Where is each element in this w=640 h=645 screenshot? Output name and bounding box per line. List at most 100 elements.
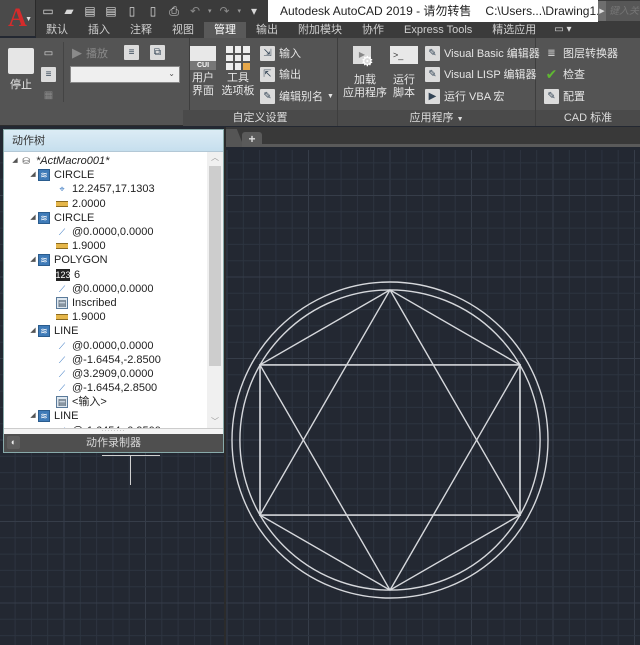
search-box[interactable]: ▶ xyxy=(598,1,640,21)
save-icon[interactable]: ▤ xyxy=(82,3,98,19)
search-expand-icon[interactable]: ▶ xyxy=(598,1,606,21)
expand-triangle-icon[interactable]: ◢ xyxy=(28,324,38,338)
ribbon-tab[interactable]: 默认 xyxy=(36,22,78,38)
save-as-icon[interactable]: ▤ xyxy=(103,3,119,19)
tree-node-label: @-1.6454,-2.8500 xyxy=(72,353,161,366)
chevron-down-icon[interactable]: ▾ xyxy=(208,7,212,15)
ribbon-tab[interactable]: 协作 xyxy=(352,22,394,38)
tree-node[interactable]: ⟋ @-1.6454,2.8500 xyxy=(4,381,209,395)
separator xyxy=(63,42,64,102)
tree-node[interactable]: ⌖ 12.2457,17.1303 xyxy=(4,182,209,196)
manage-macros-icon[interactable]: ⧉ xyxy=(150,45,165,60)
customize-toolbar-icon[interactable]: ▾ xyxy=(246,3,262,19)
insert-base-point-icon[interactable]: ▦ xyxy=(41,88,56,103)
lisp-editor-label: Visual LISP 编辑器 xyxy=(444,69,537,81)
expand-triangle-icon[interactable]: ◢ xyxy=(28,211,38,225)
preferences-icon[interactable]: ≡ xyxy=(124,45,139,60)
panel-divider xyxy=(224,127,226,645)
pin-icon[interactable]: ◐ xyxy=(7,436,20,449)
new-file-icon[interactable]: ▭ xyxy=(40,3,56,19)
check-standards-button[interactable]: ✔ 检查 xyxy=(544,65,585,83)
tree-node-label: 2.0000 xyxy=(72,197,106,210)
request-input-icon[interactable]: ≡ xyxy=(41,67,56,82)
import-icon: ⇲ xyxy=(260,45,275,61)
tree-node[interactable]: 123 6 xyxy=(4,268,209,282)
tree-node[interactable]: ◢ ≋ CIRCLE xyxy=(4,211,209,225)
tree-node[interactable]: ▤ <输入> xyxy=(4,395,209,409)
configure-standards-button[interactable]: ✎ 配置 xyxy=(544,87,585,105)
tree-node[interactable]: ⟋ @0.0000,0.0000 xyxy=(4,225,209,239)
panel-title-cad-standards[interactable]: CAD 标准 xyxy=(536,110,640,126)
macro-dropdown[interactable]: ⌄ xyxy=(70,66,180,83)
open-folder-icon[interactable]: ▰ xyxy=(61,3,77,19)
panel-title-customization[interactable]: 自定义设置 xyxy=(183,110,337,126)
check-label: 检查 xyxy=(563,69,585,81)
tree-node[interactable]: 1.9000 xyxy=(4,310,209,324)
redo-icon[interactable]: ↷ xyxy=(217,3,233,19)
expand-triangle-icon[interactable]: ◢ xyxy=(28,409,38,423)
tree-node[interactable]: ◢ ≋ LINE xyxy=(4,324,209,338)
export-customizations-button[interactable]: ⇱ 输出 xyxy=(260,65,301,83)
play-icon: ▶ xyxy=(72,45,82,60)
tree-node[interactable]: ⟋ @0.0000,0.0000 xyxy=(4,338,209,352)
expand-triangle-icon[interactable]: ◢ xyxy=(28,253,38,267)
ribbon-tab[interactable]: 精选应用 xyxy=(482,22,546,38)
load-application-label-2: 应用程序 xyxy=(343,87,387,99)
tree-node[interactable]: ⟋ @-1.6454,-2.8500 xyxy=(4,353,209,367)
tree-node[interactable]: ⟋ @3.2909,0.0000 xyxy=(4,367,209,381)
import-customizations-button[interactable]: ⇲ 输入 xyxy=(260,44,301,62)
undo-icon[interactable]: ↶ xyxy=(187,3,203,19)
cloud-save-icon[interactable]: ▯ xyxy=(145,3,161,19)
insert-message-icon[interactable]: ▭ xyxy=(41,46,56,61)
layer-translator-button[interactable]: ≣ 图层转换器 xyxy=(544,44,618,62)
ribbon-tab[interactable]: Express Tools xyxy=(394,22,482,38)
tree-node-label: @3.2909,0.0000 xyxy=(72,367,154,380)
tree-node[interactable]: ◢ ⛁ *ActMacro001* xyxy=(4,154,209,168)
tree-node[interactable]: ◢ ≋ CIRCLE xyxy=(4,168,209,182)
tree-node[interactable]: 1.9000 xyxy=(4,239,209,253)
lisp-editor-button[interactable]: ✎ Visual LISP 编辑器 xyxy=(425,65,537,83)
panel-title-applications[interactable]: 应用程序 ▼ xyxy=(338,110,535,126)
run-script-button[interactable]: >_ 运行 脚本 xyxy=(388,46,420,100)
print-icon[interactable]: ⎙ xyxy=(166,3,182,19)
edit-aliases-button[interactable]: ✎ 编辑别名 ▼ xyxy=(260,87,334,105)
expand-triangle-icon[interactable]: ◢ xyxy=(28,168,38,182)
user-interface-button[interactable]: CUI 用户 界面 xyxy=(186,46,220,98)
load-application-button[interactable]: ▶ ⚙ 加载 应用程序 xyxy=(340,46,390,100)
tree-node[interactable]: ▤ Inscribed xyxy=(4,296,209,310)
tree-node[interactable]: 2.0000 xyxy=(4,197,209,211)
ribbon-tab[interactable]: 输出 xyxy=(246,22,288,38)
expand-triangle-icon[interactable]: ◢ xyxy=(10,154,20,168)
autocad-logo-icon: A xyxy=(8,3,27,32)
ribbon-display-toggle-icon[interactable]: ▭ ▾ xyxy=(546,22,579,38)
tree-node-label: LINE xyxy=(54,410,79,423)
application-menu-button[interactable]: A ▼ xyxy=(0,0,36,36)
tree-node[interactable]: ◢ ≋ LINE xyxy=(4,409,209,423)
tree-node[interactable]: ⟋ @0.0000,0.0000 xyxy=(4,282,209,296)
tree-node[interactable]: ◢ ≋ POLYGON xyxy=(4,253,209,267)
tool-palettes-button[interactable]: 工具 选项板 xyxy=(219,46,257,98)
run-vba-macro-button[interactable]: ▶ 运行 VBA 宏 xyxy=(425,87,505,105)
cui-icon: CUI xyxy=(190,46,216,70)
command-icon: ≋ xyxy=(38,410,50,423)
ribbon-tab[interactable]: 注释 xyxy=(120,22,162,38)
scrollbar-thumb[interactable] xyxy=(209,166,221,366)
chevron-down-icon[interactable]: ▾ xyxy=(238,7,242,15)
vba-editor-button[interactable]: ✎ Visual Basic 编辑器 xyxy=(425,44,540,62)
ribbon-tab[interactable]: 插入 xyxy=(78,22,120,38)
tree-scrollbar[interactable]: ︿ ﹀ xyxy=(207,152,223,428)
search-input[interactable] xyxy=(606,5,640,17)
scroll-down-icon[interactable]: ﹀ xyxy=(207,416,223,428)
ribbon-tab[interactable]: 附加模块 xyxy=(288,22,352,38)
cloud-open-icon[interactable]: ▯ xyxy=(124,3,140,19)
new-tab-button[interactable]: + xyxy=(242,132,262,147)
run-script-label: 运行 xyxy=(393,74,415,86)
panel-applications: ▶ ⚙ 加载 应用程序 >_ 运行 脚本 ✎ Visual Basic 编辑器 … xyxy=(338,38,540,126)
scroll-up-icon[interactable]: ︿ xyxy=(207,152,223,164)
ribbon-tab[interactable]: 视图 xyxy=(162,22,204,38)
action-recorder-bar[interactable]: ◐ 动作录制器 xyxy=(4,434,223,452)
ribbon-tab[interactable]: 管理 xyxy=(204,22,246,38)
quick-access-toolbar: ▭ ▰ ▤ ▤ ▯ ▯ ⎙ ↶ ▾ ↷ ▾ ▾ xyxy=(40,2,262,20)
play-button[interactable]: ▶ 播放 xyxy=(72,44,108,62)
stop-button[interactable]: 停止 xyxy=(6,48,36,92)
